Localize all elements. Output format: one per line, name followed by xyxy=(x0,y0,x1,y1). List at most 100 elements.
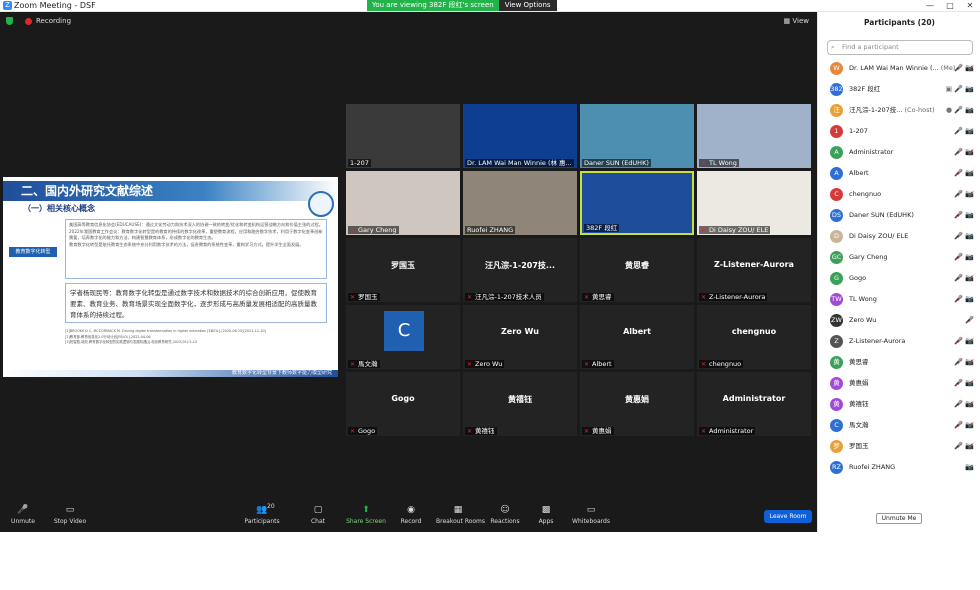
unmute-me-button[interactable]: Unmute Me xyxy=(876,513,922,524)
video-tile[interactable]: Daner SUN (EdUHK) xyxy=(580,104,694,168)
tile-name-label: ✕ Albert xyxy=(582,360,614,368)
participant-row[interactable]: G Gogo 🎤̸ 📷̸ xyxy=(818,268,980,289)
mic-camera-status-icon[interactable]: 🎤̸ 📷̸ xyxy=(954,268,974,289)
mic-camera-status-icon[interactable]: 🎤̸ 📷̸ xyxy=(954,163,974,184)
view-button[interactable]: ▦ View xyxy=(784,17,809,25)
participant-row[interactable]: DS Daner SUN (EdUHK) 🎤̸ 📷 xyxy=(818,205,980,226)
mic-camera-status-icon[interactable]: 🎤̸ 📷 xyxy=(954,226,974,247)
participant-name: Administrator xyxy=(849,148,894,156)
participant-row[interactable]: D Di Daisy ZOU/ ELE 🎤̸ 📷 xyxy=(818,226,980,247)
mic-camera-status-icon[interactable]: 🎤̸ 📷 xyxy=(954,205,974,226)
view-options-button[interactable]: View Options xyxy=(498,0,557,11)
mic-camera-status-icon[interactable]: 🎤̸ 📷̸ xyxy=(954,352,974,373)
share-screen-button[interactable]: ⬆ Share Screen xyxy=(344,505,388,525)
video-tile[interactable]: Z-Listener-Aurora ✕ Z-Listener-Aurora xyxy=(697,238,811,302)
mic-camera-status-icon[interactable]: 🎤̸ 📷̸ xyxy=(954,373,974,394)
mic-camera-status-icon[interactable]: 🎤̸ 📷̸ xyxy=(954,184,974,205)
mic-camera-status-icon[interactable]: 🎤̸ 📷 xyxy=(954,289,974,310)
record-button[interactable]: ◉ Record xyxy=(389,505,433,525)
video-tile[interactable]: 罗国玉 ✕ 罗国玉 xyxy=(346,238,460,302)
participant-row[interactable]: A Albert 🎤̸ 📷̸ xyxy=(818,163,980,184)
apps-button[interactable]: ▩ Apps xyxy=(524,505,568,525)
video-tile[interactable]: 382F 段红 xyxy=(580,171,694,235)
definitions-box: 美国高等教育信息化协会(EDUCAUSE)：通过文化劳动力和技术深入的协调一致的… xyxy=(65,219,327,279)
participant-row[interactable]: RZ Ruofei ZHANG 📷 xyxy=(818,457,980,478)
video-tile[interactable]: 黄惠娟 ✕ 黄惠娟 xyxy=(580,372,694,436)
video-tile[interactable]: ✕ TL Wong xyxy=(697,104,811,168)
leave-room-button[interactable]: Leave Room xyxy=(764,510,812,523)
tile-display-name: Albert xyxy=(623,327,651,336)
participant-row[interactable]: Z Z-Listener-Aurora 🎤̸ 📷̸ xyxy=(818,331,980,352)
tile-name-label: 382F 段红 xyxy=(584,224,620,232)
security-shield-icon[interactable] xyxy=(6,17,13,25)
video-tile[interactable]: ✕ Gary Cheng xyxy=(346,171,460,235)
participant-row[interactable]: Cchengnuo 🎤̸ 📷̸ xyxy=(818,184,980,205)
window-controls: — □ ✕ xyxy=(920,0,980,12)
participant-row[interactable]: A Administrator 🎤̸ 📷̸ xyxy=(818,142,980,163)
video-tile[interactable]: 汪凡淙-1-207技... ✕ 汪凡淙-1-207技术人员 xyxy=(463,238,577,302)
mic-camera-status-icon[interactable]: 🎤̸ 📷̸ xyxy=(954,58,974,79)
mic-camera-status-icon[interactable]: 📷 xyxy=(965,457,974,478)
find-participant-input[interactable]: ⌕ Find a participant xyxy=(827,40,973,55)
avatar: C xyxy=(830,419,843,432)
avatar: 黄 xyxy=(830,356,843,369)
mic-camera-status-icon[interactable]: 🎤̸ 📷̸ xyxy=(954,394,974,415)
avatar: A xyxy=(830,146,843,159)
minimize-button[interactable]: — xyxy=(920,0,940,12)
video-tile[interactable]: Administrator ✕ Administrator xyxy=(697,372,811,436)
participant-row[interactable]: C 馬文瀚 🎤̸ 📷̸ xyxy=(818,415,980,436)
participant-row[interactable]: 382 382F 段红 ▣ 🎤 📷 xyxy=(818,79,980,100)
mic-camera-status-icon[interactable]: ▣ 🎤 📷 xyxy=(946,79,975,100)
participant-row[interactable]: TW TL Wong 🎤̸ 📷 xyxy=(818,289,980,310)
close-button[interactable]: ✕ xyxy=(960,0,980,12)
participant-row[interactable]: 罗罗国玉 🎤̸ 📷̸ xyxy=(818,436,980,457)
participant-name: 黄惠娟 xyxy=(849,379,869,387)
participant-name: Daner SUN (EdUHK) xyxy=(584,159,649,167)
participants-panel: Participants (20) ⌕ Find a participant W… xyxy=(817,12,980,532)
participant-row[interactable]: 黄黄禧钰 🎤̸ 📷̸ xyxy=(818,394,980,415)
avatar: G xyxy=(830,272,843,285)
video-tile[interactable]: 黄思睿 ✕ 黄思睿 xyxy=(580,238,694,302)
whiteboards-button[interactable]: ▭ Whiteboards xyxy=(569,505,613,525)
participant-row[interactable]: GC Gary Cheng 🎤̸ 📷 xyxy=(818,247,980,268)
maximize-button[interactable]: □ xyxy=(940,0,960,12)
mic-camera-status-icon[interactable]: 🎤̸ 📷̸ xyxy=(954,415,974,436)
video-tile[interactable]: Zero Wu ✕ Zero Wu xyxy=(463,305,577,369)
video-tile[interactable]: Gogo ✕ Gogo xyxy=(346,372,460,436)
video-tile[interactable]: Albert ✕ Albert xyxy=(580,305,694,369)
participant-row[interactable]: W Dr. LAM Wai Man Winnie (... (Me) 🎤̸ 📷̸ xyxy=(818,58,980,79)
mic-camera-status-icon[interactable]: 🎤̸ 📷̸ xyxy=(954,142,974,163)
participants-button[interactable]: 👥 20 Participants xyxy=(240,503,284,525)
mic-camera-status-icon[interactable]: ● 🎤 📷 xyxy=(946,100,974,121)
window-title: Zoom Meeting - DSF xyxy=(14,1,96,10)
unmute-button[interactable]: 🎤 Unmute xyxy=(1,505,45,525)
mic-camera-status-icon[interactable]: 🎤̸ 📷 xyxy=(954,247,974,268)
participant-row[interactable]: 汪汪凡淙-1-207技... (Co-host) ● 🎤 📷 xyxy=(818,100,980,121)
participant-row[interactable]: ZW Zero Wu 🎤̸ xyxy=(818,310,980,331)
mic-camera-status-icon[interactable]: 🎤̸ 📷̸ xyxy=(954,331,974,352)
video-tile[interactable]: chengnuo ✕ chengnuo xyxy=(697,305,811,369)
slide-footer-text: 教育数字化转型背景下教师数字能力模型研究 xyxy=(231,370,332,376)
participant-row[interactable]: 1 1-207 🎤 📷̸ xyxy=(818,121,980,142)
mic-camera-status-icon[interactable]: 🎤 📷̸ xyxy=(954,121,974,142)
video-tile[interactable]: C ✕ 馬文瀚 xyxy=(346,305,460,369)
video-tile[interactable]: Dr. LAM Wai Man Winnie (林 惠... xyxy=(463,104,577,168)
video-tile[interactable]: 1-207 xyxy=(346,104,460,168)
chat-button[interactable]: ▢ Chat xyxy=(296,505,340,525)
record-label: Record xyxy=(400,518,422,525)
mic-muted-icon: ✕ xyxy=(701,227,707,234)
video-tile[interactable]: ✕ Di Daisy ZOU/ ELE xyxy=(697,171,811,235)
breakout-rooms-button[interactable]: ▦ Breakout Rooms xyxy=(436,505,485,525)
video-tile[interactable]: 黄禧钰 ✕ 黄禧钰 xyxy=(463,372,577,436)
stop-video-button[interactable]: ▭ Stop Video xyxy=(48,505,92,525)
title-bar: Z Zoom Meeting - DSF You are viewing 382… xyxy=(0,0,980,12)
participant-row[interactable]: 黄黄惠娟 🎤̸ 📷̸ xyxy=(818,373,980,394)
participant-row[interactable]: 黄黄思睿 🎤̸ 📷̸ xyxy=(818,352,980,373)
reactions-button[interactable]: ☺ Reactions xyxy=(483,505,527,525)
mic-camera-status-icon[interactable]: 🎤̸ 📷̸ xyxy=(954,436,974,457)
chat-label: Chat xyxy=(310,518,326,525)
slide-title: 二、国内外研究文献综述 xyxy=(21,184,154,198)
video-tile[interactable]: Ruofei ZHANG xyxy=(463,171,577,235)
recording-dot-icon xyxy=(25,17,32,25)
mic-camera-status-icon[interactable]: 🎤̸ xyxy=(965,310,974,331)
